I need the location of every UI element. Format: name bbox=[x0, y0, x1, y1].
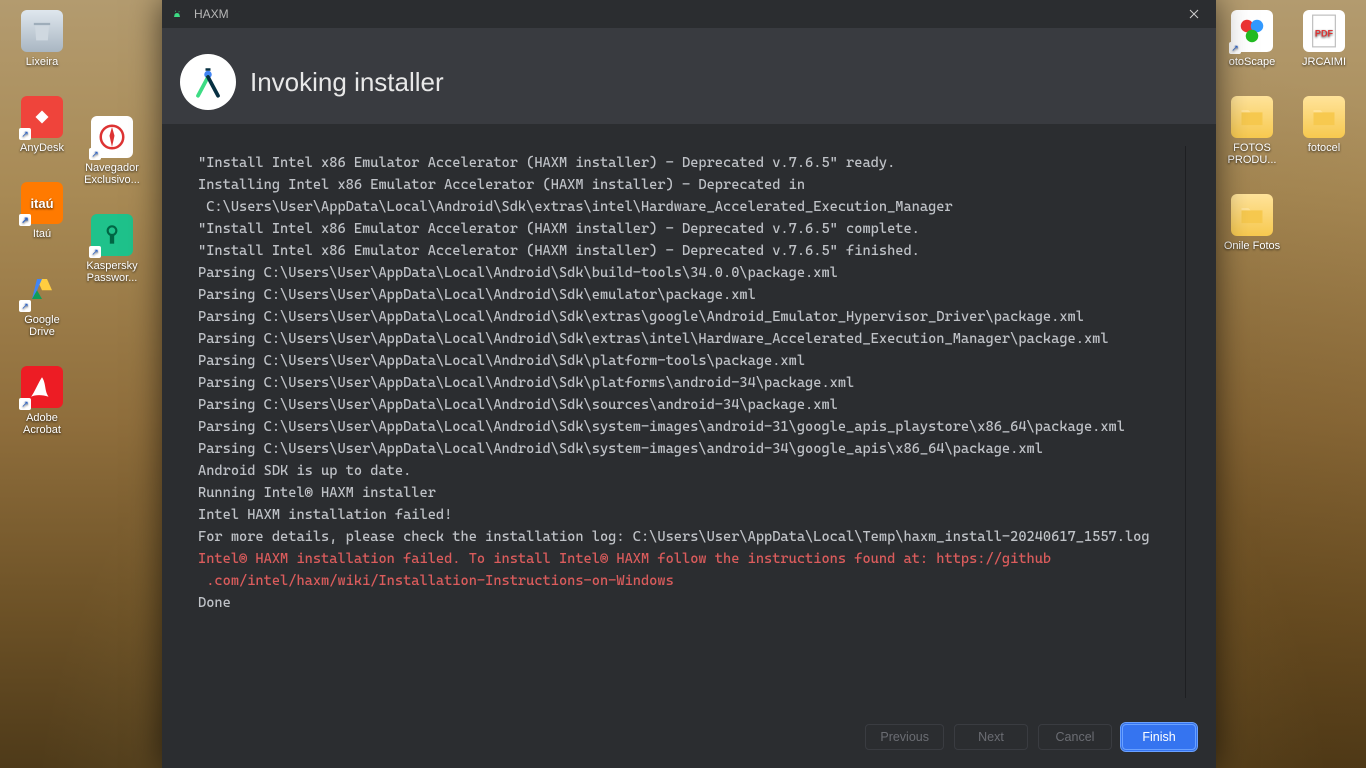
desktop: Lixeira↗AnyDeskitaú↗Itaú↗Google Drive↗Ad… bbox=[0, 0, 1366, 768]
log-line: Parsing C:\Users\User\AppData\Local\Andr… bbox=[198, 372, 1177, 394]
shortcut-arrow-icon: ↗ bbox=[1229, 42, 1241, 54]
shortcut-arrow-icon: ↗ bbox=[19, 128, 31, 140]
desktop-icon[interactable]: ↗ Google Drive bbox=[10, 268, 74, 338]
log-line: Intel HAXM installation failed! bbox=[198, 504, 1177, 526]
desktop-icon[interactable]: ↗ Navegador Exclusivo... bbox=[80, 116, 144, 186]
log-line: Parsing C:\Users\User\AppData\Local\Andr… bbox=[198, 416, 1177, 438]
dialog-footer: Previous Next Cancel Finish bbox=[162, 708, 1216, 768]
desktop-icon-label: FOTOS PRODU... bbox=[1220, 142, 1284, 166]
desktop-icon[interactable]: FOTOS PRODU... bbox=[1220, 96, 1284, 166]
shortcut-arrow-icon: ↗ bbox=[19, 398, 31, 410]
desktop-icon[interactable]: ↗ Adobe Acrobat bbox=[10, 366, 74, 436]
desktop-icon[interactable]: Lixeira bbox=[10, 10, 74, 68]
titlebar[interactable]: HAXM bbox=[162, 0, 1216, 28]
finish-button[interactable]: Finish bbox=[1122, 724, 1196, 750]
itau-icon: itaú↗ bbox=[21, 182, 63, 224]
desktop-icon-label: otoScape bbox=[1229, 56, 1275, 68]
log-line: Parsing C:\Users\User\AppData\Local\Andr… bbox=[198, 284, 1177, 306]
bin-icon bbox=[21, 10, 63, 52]
log-line: Running Intel® HAXM installer bbox=[198, 482, 1177, 504]
desktop-icon-label: fotocel bbox=[1308, 142, 1340, 154]
svg-text:PDF: PDF bbox=[1315, 29, 1334, 39]
android-studio-logo-icon bbox=[180, 54, 236, 110]
log-line: Parsing C:\Users\User\AppData\Local\Andr… bbox=[198, 394, 1177, 416]
pscape-icon: ↗ bbox=[1231, 10, 1273, 52]
pdf-icon: PDF bbox=[1303, 10, 1345, 52]
shortcut-arrow-icon: ↗ bbox=[89, 246, 101, 258]
desktop-icon-label: Adobe Acrobat bbox=[10, 412, 74, 436]
cancel-button: Cancel bbox=[1038, 724, 1112, 750]
dialog-body: "Install Intel x86 Emulator Accelerator … bbox=[162, 124, 1216, 708]
desktop-icons-col: ↗ Navegador Exclusivo... ↗ Kaspersky Passwo… bbox=[80, 116, 144, 284]
installer-log[interactable]: "Install Intel x86 Emulator Accelerator … bbox=[192, 146, 1186, 698]
log-line: .com/intel/haxm/wiki/Installation-Instru… bbox=[198, 570, 1177, 592]
desktop-icon-label: Google Drive bbox=[10, 314, 74, 338]
desktop-icons-col: ↗ otoScape FOTOS PRODU... Onile Fotos bbox=[1220, 10, 1284, 252]
log-line: Parsing C:\Users\User\AppData\Local\Andr… bbox=[198, 306, 1177, 328]
desktop-icon-label: Itaú bbox=[33, 228, 51, 240]
desktop-icon-label: Onile Fotos bbox=[1224, 240, 1280, 252]
log-line: Parsing C:\Users\User\AppData\Local\Andr… bbox=[198, 350, 1177, 372]
gdrive-icon: ↗ bbox=[21, 268, 63, 310]
desktop-icons-col: PDF JRCAIMI fotocel bbox=[1292, 10, 1356, 154]
desktop-icon-label: AnyDesk bbox=[20, 142, 64, 154]
log-line: "Install Intel x86 Emulator Accelerator … bbox=[198, 218, 1177, 240]
window-title: HAXM bbox=[194, 7, 229, 21]
folder-icon bbox=[1231, 96, 1273, 138]
desktop-icon-label: Lixeira bbox=[26, 56, 58, 68]
close-icon bbox=[1189, 9, 1199, 19]
desktop-icon-label: Navegador Exclusivo... bbox=[80, 162, 144, 186]
previous-button: Previous bbox=[865, 724, 944, 750]
dialog-header: Invoking installer bbox=[162, 28, 1216, 124]
next-button: Next bbox=[954, 724, 1028, 750]
log-line: Parsing C:\Users\User\AppData\Local\Andr… bbox=[198, 438, 1177, 460]
desktop-icon[interactable]: PDF JRCAIMI bbox=[1292, 10, 1356, 68]
log-line: Parsing C:\Users\User\AppData\Local\Andr… bbox=[198, 328, 1177, 350]
kasp-icon: ↗ bbox=[91, 214, 133, 256]
dialog-heading: Invoking installer bbox=[250, 67, 444, 98]
folder-icon bbox=[1231, 194, 1273, 236]
acrobat-icon: ↗ bbox=[21, 366, 63, 408]
folder-icon bbox=[1303, 96, 1345, 138]
log-line: Intel® HAXM installation failed. To inst… bbox=[198, 548, 1177, 570]
desktop-icons-col: Lixeira↗AnyDeskitaú↗Itaú↗Google Drive↗Ad… bbox=[10, 10, 74, 436]
safari-icon: ↗ bbox=[91, 116, 133, 158]
log-line: For more details, please check the insta… bbox=[198, 526, 1177, 548]
log-line: C:\Users\User\AppData\Local\Android\Sdk\… bbox=[198, 196, 1177, 218]
desktop-icon[interactable]: Onile Fotos bbox=[1220, 194, 1284, 252]
app-icon bbox=[170, 7, 184, 21]
desktop-icon[interactable]: ↗ AnyDesk bbox=[10, 96, 74, 154]
anydesk-icon: ↗ bbox=[21, 96, 63, 138]
haxm-installer-dialog: HAXM Invoking installer "Install Intel x… bbox=[162, 0, 1216, 768]
log-line: "Install Intel x86 Emulator Accelerator … bbox=[198, 240, 1177, 262]
desktop-icon[interactable]: itaú↗ Itaú bbox=[10, 182, 74, 240]
log-line: "Install Intel x86 Emulator Accelerator … bbox=[198, 152, 1177, 174]
log-line: Installing Intel x86 Emulator Accelerato… bbox=[198, 174, 1177, 196]
desktop-icon[interactable]: ↗ Kaspersky Passwor... bbox=[80, 214, 144, 284]
log-line: Done bbox=[198, 592, 1177, 614]
close-button[interactable] bbox=[1180, 3, 1208, 25]
shortcut-arrow-icon: ↗ bbox=[89, 148, 101, 160]
desktop-icon[interactable]: ↗ otoScape bbox=[1220, 10, 1284, 68]
log-line: Parsing C:\Users\User\AppData\Local\Andr… bbox=[198, 262, 1177, 284]
shortcut-arrow-icon: ↗ bbox=[19, 300, 31, 312]
desktop-icon-label: JRCAIMI bbox=[1302, 56, 1346, 68]
desktop-icon-label: Kaspersky Passwor... bbox=[80, 260, 144, 284]
desktop-icon[interactable]: fotocel bbox=[1292, 96, 1356, 154]
log-line: Android SDK is up to date. bbox=[198, 460, 1177, 482]
shortcut-arrow-icon: ↗ bbox=[19, 214, 31, 226]
